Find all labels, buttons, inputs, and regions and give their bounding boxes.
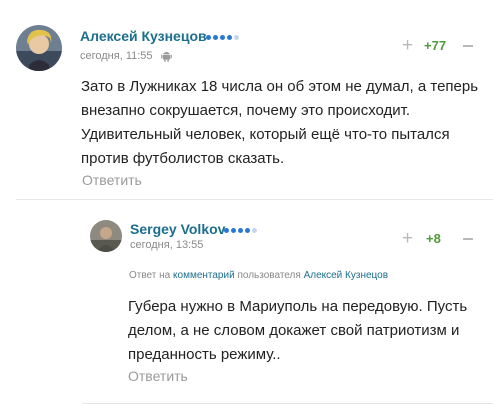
- downvote-button[interactable]: [463, 45, 473, 47]
- parent-author-link[interactable]: Алексей Кузнецов: [304, 270, 388, 281]
- comment-score: +77: [424, 38, 447, 53]
- author-name[interactable]: Sergey Volkov: [130, 221, 225, 237]
- rating-dot: [231, 228, 236, 233]
- rating-dot: [220, 35, 225, 40]
- avatar[interactable]: [90, 220, 122, 252]
- upvote-button[interactable]: +: [402, 36, 413, 55]
- rating-dots: [224, 228, 257, 234]
- rating-dot: [238, 228, 243, 233]
- avatar-image: [16, 25, 62, 71]
- reply-prefix: Ответ на: [129, 270, 171, 281]
- rating-dot: [227, 35, 232, 40]
- avatar[interactable]: [16, 25, 62, 71]
- rating-dot: [213, 35, 218, 40]
- parent-comment-link[interactable]: комментарий: [173, 270, 235, 281]
- comment-time: сегодня, 11:55: [80, 50, 153, 62]
- upvote-button[interactable]: +: [402, 229, 413, 248]
- comment-text: Губера нужно в Мариуполь на передовую. П…: [128, 298, 468, 363]
- avatar-image: [90, 220, 122, 252]
- rating-dots: [206, 35, 239, 41]
- comment-item: Алексей Кузнецов сегодня, 11:55 + +77 За…: [0, 0, 493, 200]
- comment-score: +8: [426, 231, 441, 246]
- rating-dot: [206, 35, 211, 40]
- author-name[interactable]: Алексей Кузнецов: [80, 28, 207, 44]
- comment-time: сегодня, 13:55: [130, 239, 204, 251]
- reply-button[interactable]: Ответить: [82, 172, 142, 188]
- rating-dot: [245, 228, 250, 233]
- comment-reply-item: Sergey Volkov сегодня, 13:55 + +8 Ответ …: [0, 200, 493, 404]
- android-icon: [161, 52, 172, 62]
- reply-button[interactable]: Ответить: [128, 368, 188, 384]
- comment-text: Зато в Лужниках 18 числа он об этом не д…: [81, 78, 479, 167]
- downvote-button[interactable]: [463, 238, 473, 240]
- rating-dot: [252, 228, 257, 233]
- reply-context: Ответ на комментарий пользователя Алексе…: [129, 270, 388, 281]
- rating-dot: [234, 35, 239, 40]
- rating-dot: [224, 228, 229, 233]
- reply-middle: пользователя: [237, 270, 301, 281]
